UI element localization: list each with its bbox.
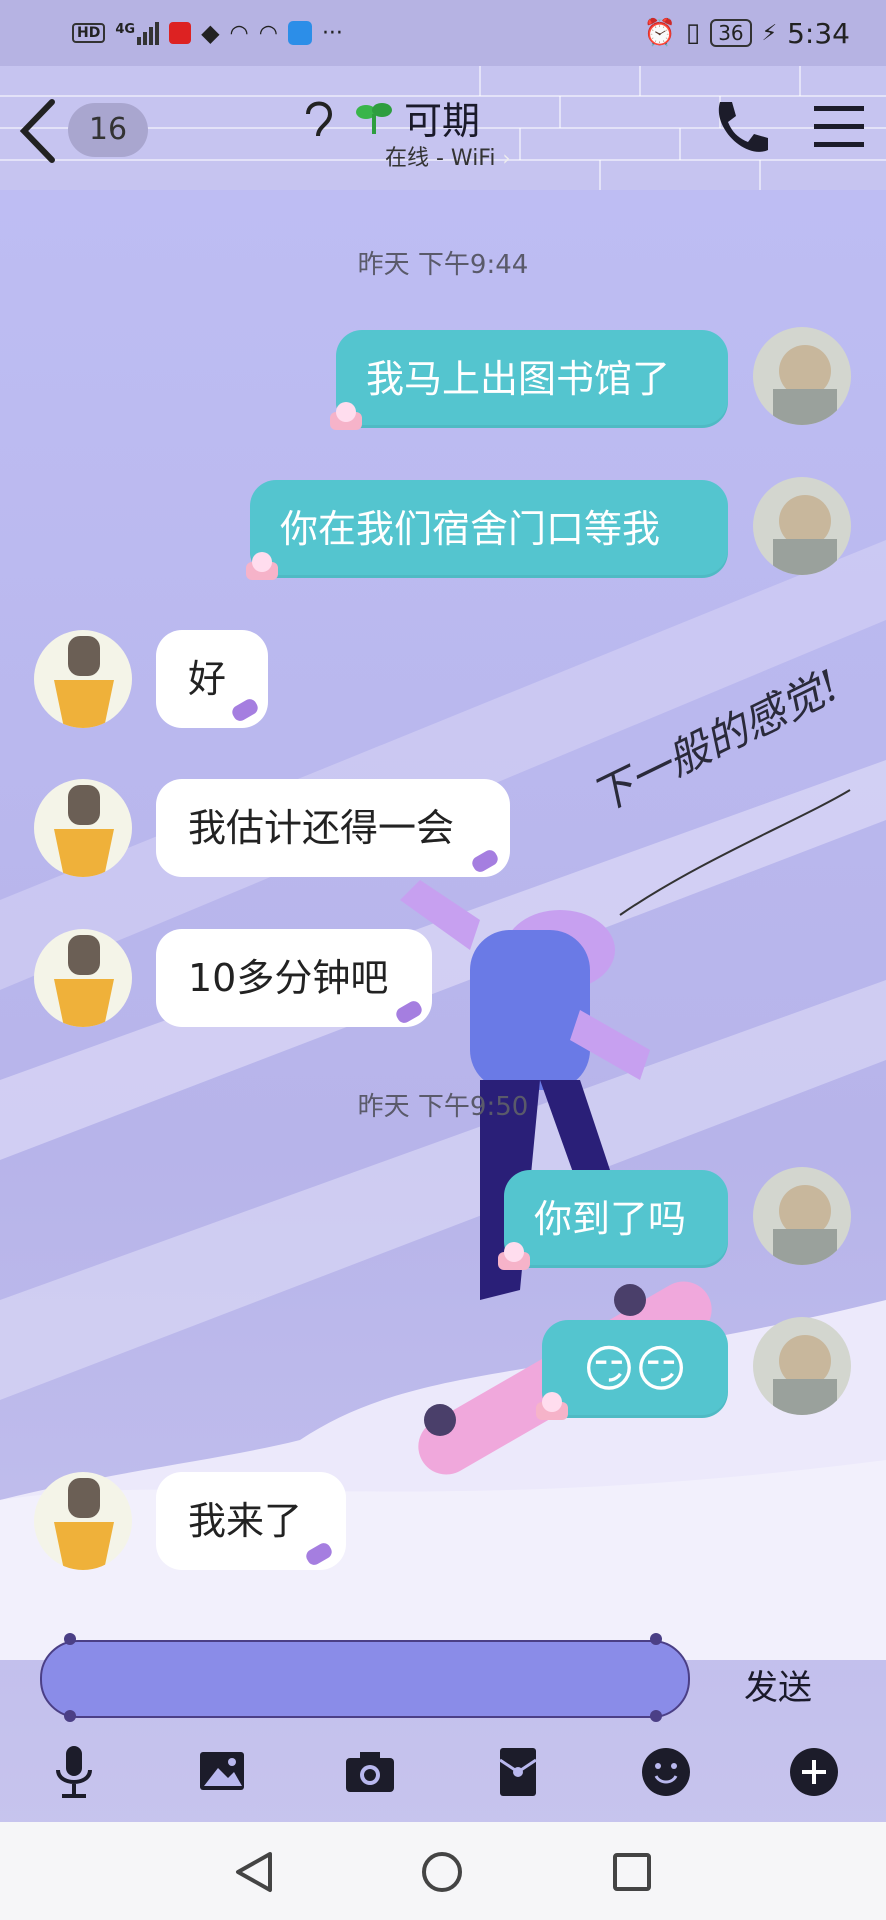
emoji-icon [642, 1748, 690, 1796]
message-timestamp: 昨天 下午9:50 [357, 1092, 529, 1122]
my-avatar[interactable] [753, 477, 851, 575]
chat-background [0, 0, 886, 1920]
image-button[interactable] [192, 1742, 252, 1802]
call-button[interactable] [706, 96, 772, 162]
square-recents-icon [613, 1853, 651, 1891]
outgoing-message-bubble[interactable]: 我马上出图书馆了 [336, 330, 728, 428]
red-packet-icon [499, 1748, 537, 1796]
menu-button[interactable] [812, 100, 866, 154]
more-icon: ··· [321, 20, 343, 46]
contact-avatar[interactable] [34, 1472, 132, 1570]
bubble-roll-deco-icon [302, 1538, 336, 1572]
status-left-icons: HD 4G ◆ ◠ ◠ ··· [72, 14, 343, 52]
contact-avatar[interactable] [34, 929, 132, 1027]
contact-status-text: 在线 - WiFi [385, 146, 496, 171]
bubble-phone-deco-icon [244, 548, 280, 584]
qq-icon: ◆ [201, 19, 220, 47]
wifi-icon: ◠ [258, 20, 278, 46]
alarm-icon: ⏰ [643, 18, 676, 48]
camera-button[interactable] [340, 1742, 400, 1802]
camera-icon [346, 1752, 394, 1792]
outgoing-message-bubble[interactable]: 你到了吗 [504, 1170, 728, 1268]
vibrate-icon: ▯ [685, 18, 701, 48]
contact-avatar[interactable] [34, 779, 132, 877]
charging-icon: ⚡ [761, 20, 778, 46]
plus-button[interactable] [784, 1742, 844, 1802]
earpiece-mode-icon[interactable] [300, 96, 334, 140]
contact-status[interactable]: 在线 - WiFi › [385, 140, 510, 172]
plus-icon [790, 1748, 838, 1796]
nav-recents-button[interactable] [610, 1850, 654, 1894]
input-toolbar [0, 1742, 886, 1822]
chevron-left-icon [19, 99, 55, 163]
message-input[interactable] [40, 1640, 690, 1718]
back-button[interactable] [16, 96, 60, 166]
contact-name[interactable]: 可期 [404, 90, 480, 145]
signal-4g-icon: 4G [115, 21, 160, 45]
nav-back-button[interactable] [232, 1850, 276, 1894]
mic-button[interactable] [44, 1742, 104, 1802]
image-icon [200, 1752, 244, 1790]
message-timestamp: 昨天 下午9:44 [357, 250, 529, 280]
unread-count-badge[interactable]: 16 [68, 103, 148, 157]
my-avatar[interactable] [753, 1167, 851, 1265]
mic-icon [56, 1746, 92, 1798]
circle-home-icon [422, 1852, 462, 1892]
outgoing-message-bubble[interactable]: 你在我们宿舍门口等我 [250, 480, 728, 578]
status-right-icons: ⏰ ▯ 36 ⚡ 5:34 [644, 14, 850, 52]
input-corner-dot [650, 1710, 662, 1722]
emoji-button[interactable] [636, 1742, 696, 1802]
bubble-phone-deco-icon [496, 1238, 532, 1274]
incoming-message-bubble[interactable]: 我估计还得一会 [156, 779, 510, 877]
my-avatar[interactable] [753, 1317, 851, 1415]
send-button[interactable]: 发送 [744, 1660, 812, 1709]
wifi-icon: ◠ [229, 20, 249, 46]
bubble-phone-deco-icon [534, 1388, 570, 1424]
battery-icon: 36 [710, 19, 752, 47]
bubble-phone-deco-icon [328, 398, 364, 434]
sprout-icon [354, 100, 394, 136]
status-time: 5:34 [787, 16, 850, 50]
red-packet-button[interactable] [488, 1742, 548, 1802]
calendar-app-icon [169, 22, 192, 44]
triangle-back-icon [236, 1852, 272, 1892]
nav-home-button[interactable] [420, 1850, 464, 1894]
menu-icon [814, 106, 864, 147]
bubble-roll-deco-icon [392, 996, 426, 1030]
system-nav-bar [0, 1822, 886, 1920]
phone-icon [718, 102, 768, 152]
incoming-message-bubble[interactable]: 10多分钟吧 [156, 929, 432, 1027]
app-icon [287, 21, 312, 45]
bubble-roll-deco-icon [228, 694, 262, 728]
input-corner-dot [64, 1633, 76, 1645]
chevron-right-icon: › [502, 146, 511, 170]
bubble-roll-deco-icon [468, 845, 502, 879]
my-avatar[interactable] [753, 327, 851, 425]
contact-avatar[interactable] [34, 630, 132, 728]
status-bar: HD 4G ◆ ◠ ◠ ··· ⏰ ▯ 36 ⚡ 5:34 [0, 0, 886, 66]
input-corner-dot [64, 1710, 76, 1722]
hd-icon: HD [72, 23, 106, 43]
input-corner-dot [650, 1633, 662, 1645]
